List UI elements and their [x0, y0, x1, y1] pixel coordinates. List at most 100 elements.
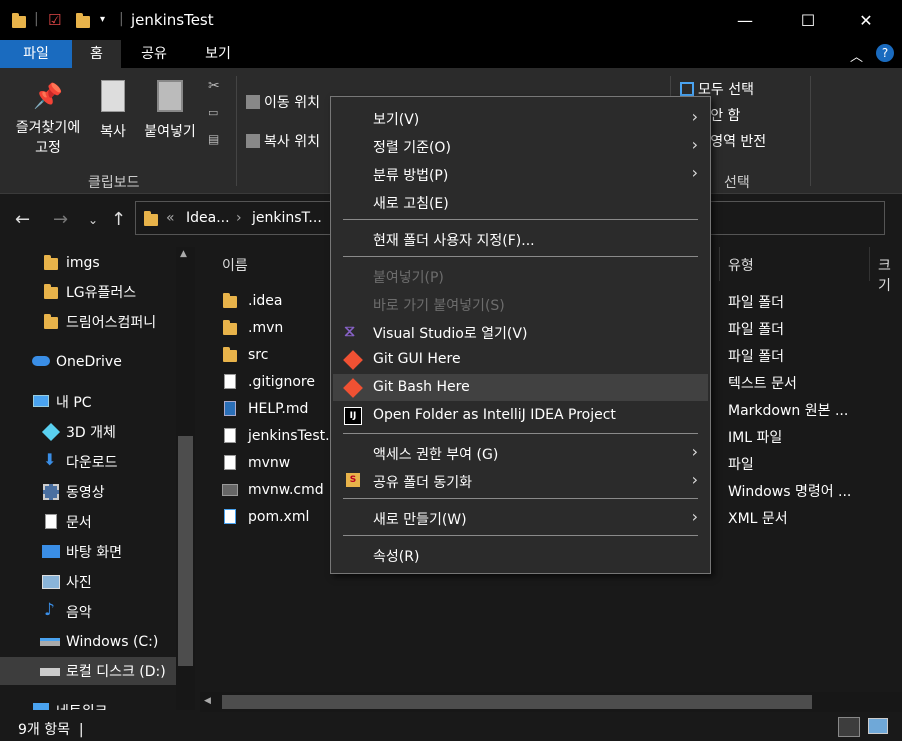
hscrollbar-thumb[interactable]: [222, 695, 812, 709]
nav-item-imgs[interactable]: imgs: [0, 249, 176, 277]
nav-item-3d-objects[interactable]: 3D 개체: [0, 418, 176, 446]
menu-item-label: 정렬 기준(O): [373, 140, 451, 156]
nav-item-downloads[interactable]: ⬇ 다운로드: [0, 448, 176, 476]
item-count: 9개 항목 |: [18, 722, 84, 738]
copy-path-icon[interactable]: ▭: [208, 106, 218, 119]
recent-locations-icon[interactable]: ⌄: [88, 213, 98, 227]
nav-item-label: 내 PC: [56, 395, 92, 411]
file-row-pom-xml[interactable]: pom.xml: [222, 504, 309, 530]
column-header-name[interactable]: 이름: [222, 255, 248, 275]
nav-item-this-pc[interactable]: 내 PC: [0, 388, 176, 416]
file-list-hscrollbar[interactable]: ◀: [200, 692, 902, 712]
nav-item-label: 사진: [66, 575, 92, 591]
paste-button[interactable]: 붙여넣기: [138, 80, 202, 142]
nav-item-drive-d[interactable]: 로컬 디스크 (D:): [0, 657, 176, 685]
file-name: .gitignore: [248, 374, 315, 390]
nav-item-onedrive[interactable]: OneDrive: [0, 348, 176, 376]
nav-item-drive-c[interactable]: Windows (C:): [0, 628, 176, 656]
nav-item-documents[interactable]: 문서: [0, 508, 176, 536]
file-row-mvnw[interactable]: mvnw: [222, 450, 290, 476]
menu-item-sort-by[interactable]: 정렬 기준(O) ›: [333, 132, 708, 159]
menu-item-group-by[interactable]: 분류 방법(P) ›: [333, 160, 708, 187]
column-header-type[interactable]: 유형: [728, 255, 754, 275]
tab-view[interactable]: 보기: [188, 40, 248, 68]
paste-shortcut-icon[interactable]: ▤: [208, 132, 219, 146]
nav-scrollbar-thumb[interactable]: [178, 436, 193, 666]
menu-item-give-access[interactable]: 액세스 권한 부여 (G) ›: [333, 439, 708, 466]
menu-item-open-visual-studio[interactable]: ⧖ Visual Studio로 열기(V): [333, 318, 708, 345]
help-icon[interactable]: ?: [876, 44, 894, 62]
file-row-src[interactable]: src: [222, 342, 268, 368]
title-bar: | ☑ ▾ | jenkinsTest — ☐ ✕: [0, 0, 902, 40]
customize-qat-icon[interactable]: ▾: [100, 14, 105, 25]
file-name: mvnw.cmd: [248, 482, 324, 498]
menu-item-properties[interactable]: 속성(R): [333, 541, 708, 568]
copy-to-button[interactable]: 복사 위치: [246, 131, 320, 151]
menu-item-open-intellij[interactable]: IJ Open Folder as IntelliJ IDEA Project: [333, 402, 708, 429]
pin-to-quick-access-button[interactable]: 📌 즐겨찾기에 고정: [6, 84, 90, 158]
tab-share[interactable]: 공유: [124, 40, 184, 68]
chevron-right-icon: ›: [691, 470, 698, 489]
menu-item-label: 공유 폴더 동기화: [373, 475, 473, 491]
menu-separator: [343, 256, 698, 257]
nav-item-network[interactable]: 네트워크: [0, 697, 176, 710]
menu-item-git-gui[interactable]: Git GUI Here: [333, 346, 708, 373]
tab-home[interactable]: 홈: [72, 40, 121, 68]
column-divider[interactable]: [719, 247, 720, 281]
intellij-icon: IJ: [344, 407, 362, 425]
file-name: jenkinsTest.i: [248, 428, 334, 444]
chevron-right-icon: ›: [691, 163, 698, 182]
nav-item-dreamus[interactable]: 드림어스컴퍼니: [0, 308, 176, 336]
nav-item-pictures[interactable]: 사진: [0, 568, 176, 596]
menu-item-refresh[interactable]: 새로 고침(E): [333, 188, 708, 215]
up-arrow-icon[interactable]: ↑: [111, 209, 126, 230]
copy-button[interactable]: 복사: [92, 80, 134, 142]
ribbon-divider: [810, 76, 811, 186]
music-icon: ♪: [44, 600, 55, 620]
new-folder-icon[interactable]: [76, 13, 90, 28]
file-row-mvn[interactable]: .mvn: [222, 315, 283, 341]
git-icon: [343, 378, 363, 398]
file-row-mvnw-cmd[interactable]: mvnw.cmd: [222, 477, 324, 503]
menu-item-label: 새로 고침(E): [373, 196, 449, 212]
close-button[interactable]: ✕: [843, 0, 889, 40]
pc-icon: [33, 395, 49, 407]
tab-file[interactable]: 파일: [0, 40, 72, 68]
nav-item-music[interactable]: ♪ 음악: [0, 598, 176, 626]
file-row-gitignore[interactable]: .gitignore: [222, 369, 315, 395]
scroll-left-icon[interactable]: ◀: [204, 696, 211, 706]
ribbon-tabs: 파일 홈 공유 보기 ︿ ?: [0, 40, 902, 68]
nav-item-desktop[interactable]: 바탕 화면: [0, 538, 176, 566]
menu-item-customize-folder[interactable]: 현재 폴더 사용자 지정(F)...: [333, 225, 708, 252]
back-arrow-icon[interactable]: ←: [15, 209, 30, 230]
details-view-icon[interactable]: [838, 717, 860, 737]
file-row-help-md[interactable]: HELP.md: [222, 396, 308, 422]
maximize-button[interactable]: ☐: [785, 0, 831, 40]
collapse-ribbon-icon[interactable]: ︿: [850, 46, 863, 65]
breadcrumb-item[interactable]: Idea...: [186, 210, 230, 226]
markdown-file-icon: [222, 401, 238, 417]
menu-item-git-bash[interactable]: Git Bash Here: [333, 374, 708, 401]
menu-separator: [343, 498, 698, 499]
minimize-button[interactable]: —: [722, 0, 768, 40]
breadcrumb-overflow[interactable]: «: [166, 210, 175, 226]
nav-item-videos[interactable]: 동영상: [0, 478, 176, 506]
breadcrumb-item[interactable]: jenkinsT...: [252, 210, 322, 226]
menu-item-label: 바로 가기 붙여넣기(S): [373, 298, 505, 314]
column-header-size[interactable]: 크기: [878, 255, 902, 295]
large-icons-view-icon[interactable]: [868, 718, 888, 734]
forward-arrow-icon[interactable]: →: [53, 209, 68, 230]
file-row-iml[interactable]: jenkinsTest.i: [222, 423, 333, 449]
scroll-up-icon[interactable]: ▲: [180, 249, 187, 259]
file-row-idea[interactable]: .idea: [222, 288, 282, 314]
file-name: HELP.md: [248, 401, 309, 417]
nav-item-lguplus[interactable]: LG유플러스: [0, 278, 176, 306]
move-to-button[interactable]: 이동 위치: [246, 92, 320, 112]
file-type: XML 문서: [728, 511, 788, 527]
properties-icon[interactable]: ☑: [48, 11, 61, 29]
menu-item-view[interactable]: 보기(V) ›: [333, 104, 708, 131]
menu-item-sync-shared-folder[interactable]: S 공유 폴더 동기화 ›: [333, 467, 708, 494]
column-divider[interactable]: [869, 247, 870, 281]
menu-item-new[interactable]: 새로 만들기(W) ›: [333, 504, 708, 531]
cut-icon[interactable]: ✂: [208, 78, 220, 94]
